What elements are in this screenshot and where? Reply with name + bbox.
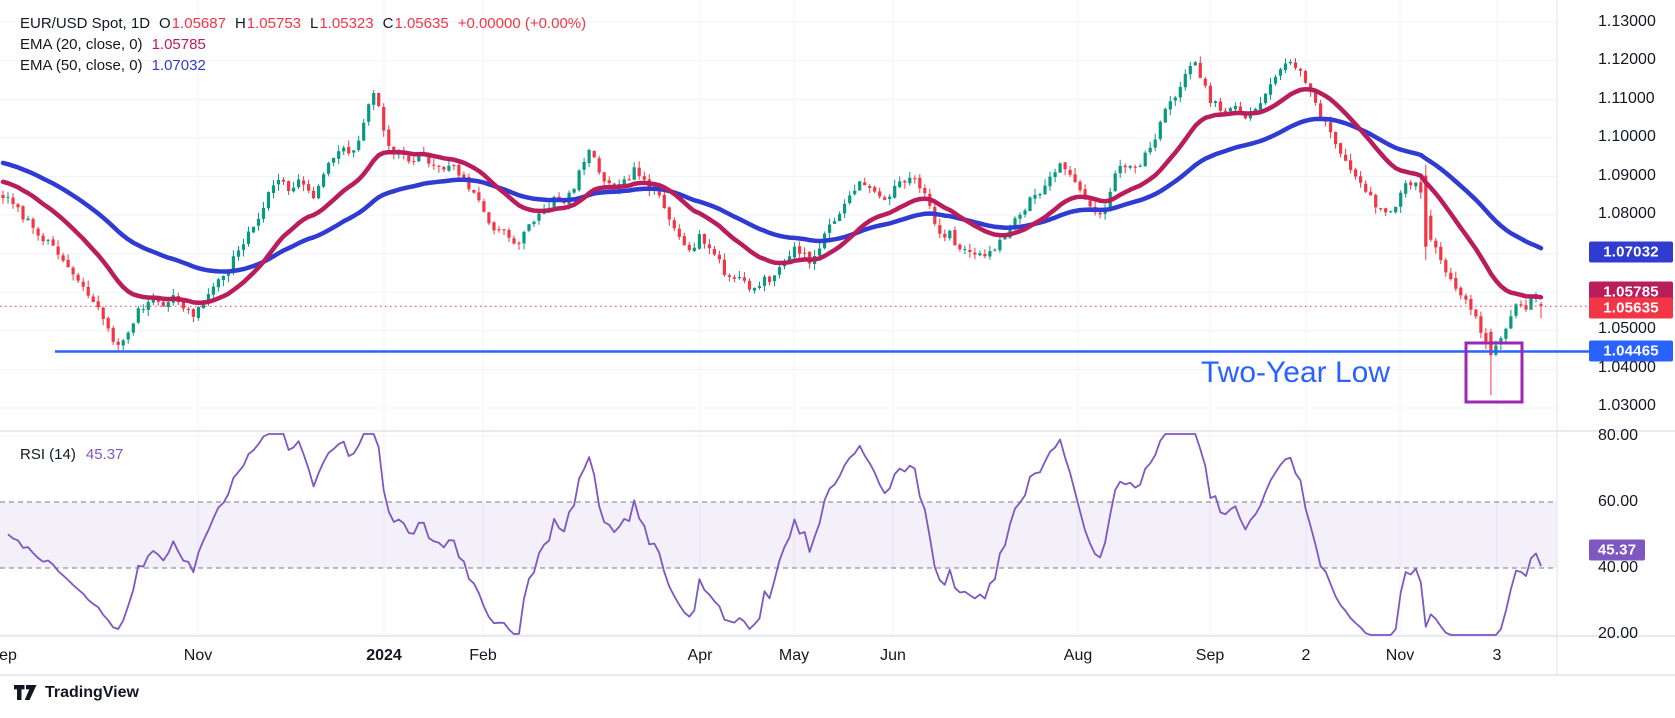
time-axis-label: ep (0, 647, 17, 665)
time-axis[interactable]: ep Nov 2024 Feb Apr May Jun Aug Sep 2 Nov 3 (0, 637, 1557, 675)
price-axis-label: 1.12000 (1598, 51, 1656, 69)
ohlc-open: O1.05687 (159, 15, 226, 32)
ema20-value: 1.05785 (152, 36, 206, 53)
candle-bodies-down (1, 63, 1542, 356)
ohlc-high: H1.05753 (235, 15, 301, 32)
chart-legend: EUR/USD Spot, 1D O1.05687 H1.05753 L1.05… (20, 13, 586, 76)
price-axis-label: 1.10000 (1598, 128, 1656, 146)
tradingview-logo[interactable]: TradingView (14, 684, 139, 702)
time-axis-label: 2 (1302, 647, 1311, 665)
time-axis-label: May (779, 647, 809, 665)
last-price-badge: 1.05635 (1589, 298, 1673, 319)
rsi-value: 45.37 (86, 446, 124, 463)
time-axis-label: Sep (1196, 647, 1224, 665)
ohlc-close: C1.05635 (383, 15, 449, 32)
price-axis-label: 1.08000 (1598, 205, 1656, 223)
time-axis-label: 3 (1493, 647, 1502, 665)
price-change: +0.00000 (+0.00%) (458, 15, 586, 32)
candle-bodies-up (6, 62, 1537, 355)
rsi-label: RSI (14) (20, 446, 76, 463)
candle-wicks-up (8, 58, 1536, 356)
rsi-axis-label: 20.00 (1598, 625, 1638, 643)
price-scale[interactable]: 1.13000 1.12000 1.11000 1.10000 1.09000 1.080… (1557, 0, 1675, 675)
ema50-line[interactable] (3, 119, 1541, 272)
time-axis-label: Nov (184, 647, 212, 665)
price-axis-label: 1.13000 (1598, 13, 1656, 31)
symbol-title: EUR/USD Spot, 1D (20, 15, 150, 32)
price-axis-label: 1.11000 (1598, 90, 1655, 108)
price-axis-label: 1.09000 (1598, 167, 1656, 185)
support-level-badge: 1.04465 (1589, 341, 1673, 362)
price-axis-label: 1.05000 (1598, 320, 1656, 338)
rsi-legend-row[interactable]: RSI (14) 45.37 (20, 446, 123, 463)
two-year-low-annotation[interactable]: Two-Year Low (1201, 356, 1390, 390)
ema50-value: 1.07032 (152, 57, 206, 74)
ohlc-low: L1.05323 (310, 15, 374, 32)
time-axis-label: Jun (880, 647, 906, 665)
chart-canvas[interactable] (0, 0, 1675, 676)
rsi-axis-label: 60.00 (1598, 493, 1638, 511)
rsi-band (0, 502, 1557, 568)
time-axis-label: Feb (469, 647, 497, 665)
price-axis-label: 1.03000 (1598, 397, 1656, 415)
time-axis-label: Apr (688, 647, 713, 665)
rsi-axis-label: 80.00 (1598, 427, 1638, 445)
time-axis-label: 2024 (366, 647, 402, 665)
rsi-value-badge: 45.37 (1589, 540, 1645, 561)
price-axis-label: 1.04000 (1598, 359, 1656, 377)
ema50-label: EMA (50, close, 0) (20, 57, 143, 74)
tradingview-chart-window: EUR/USD Spot, 1D O1.05687 H1.05753 L1.05… (0, 0, 1675, 718)
time-axis-label: Aug (1064, 647, 1092, 665)
ema50-legend-row[interactable]: EMA (50, close, 0) 1.07032 (20, 55, 586, 76)
ema20-legend-row[interactable]: EMA (20, close, 0) 1.05785 (20, 34, 586, 55)
tradingview-logo-text: TradingView (45, 684, 139, 702)
time-axis-label: Nov (1386, 647, 1414, 665)
ema50-badge: 1.07032 (1589, 242, 1673, 263)
rsi-axis-label: 40.00 (1598, 559, 1638, 577)
tradingview-logo-icon (14, 685, 37, 701)
ema20-label: EMA (20, close, 0) (20, 36, 143, 53)
symbol-legend-row[interactable]: EUR/USD Spot, 1D O1.05687 H1.05753 L1.05… (20, 13, 586, 34)
candle-wicks-down (3, 56, 1541, 395)
